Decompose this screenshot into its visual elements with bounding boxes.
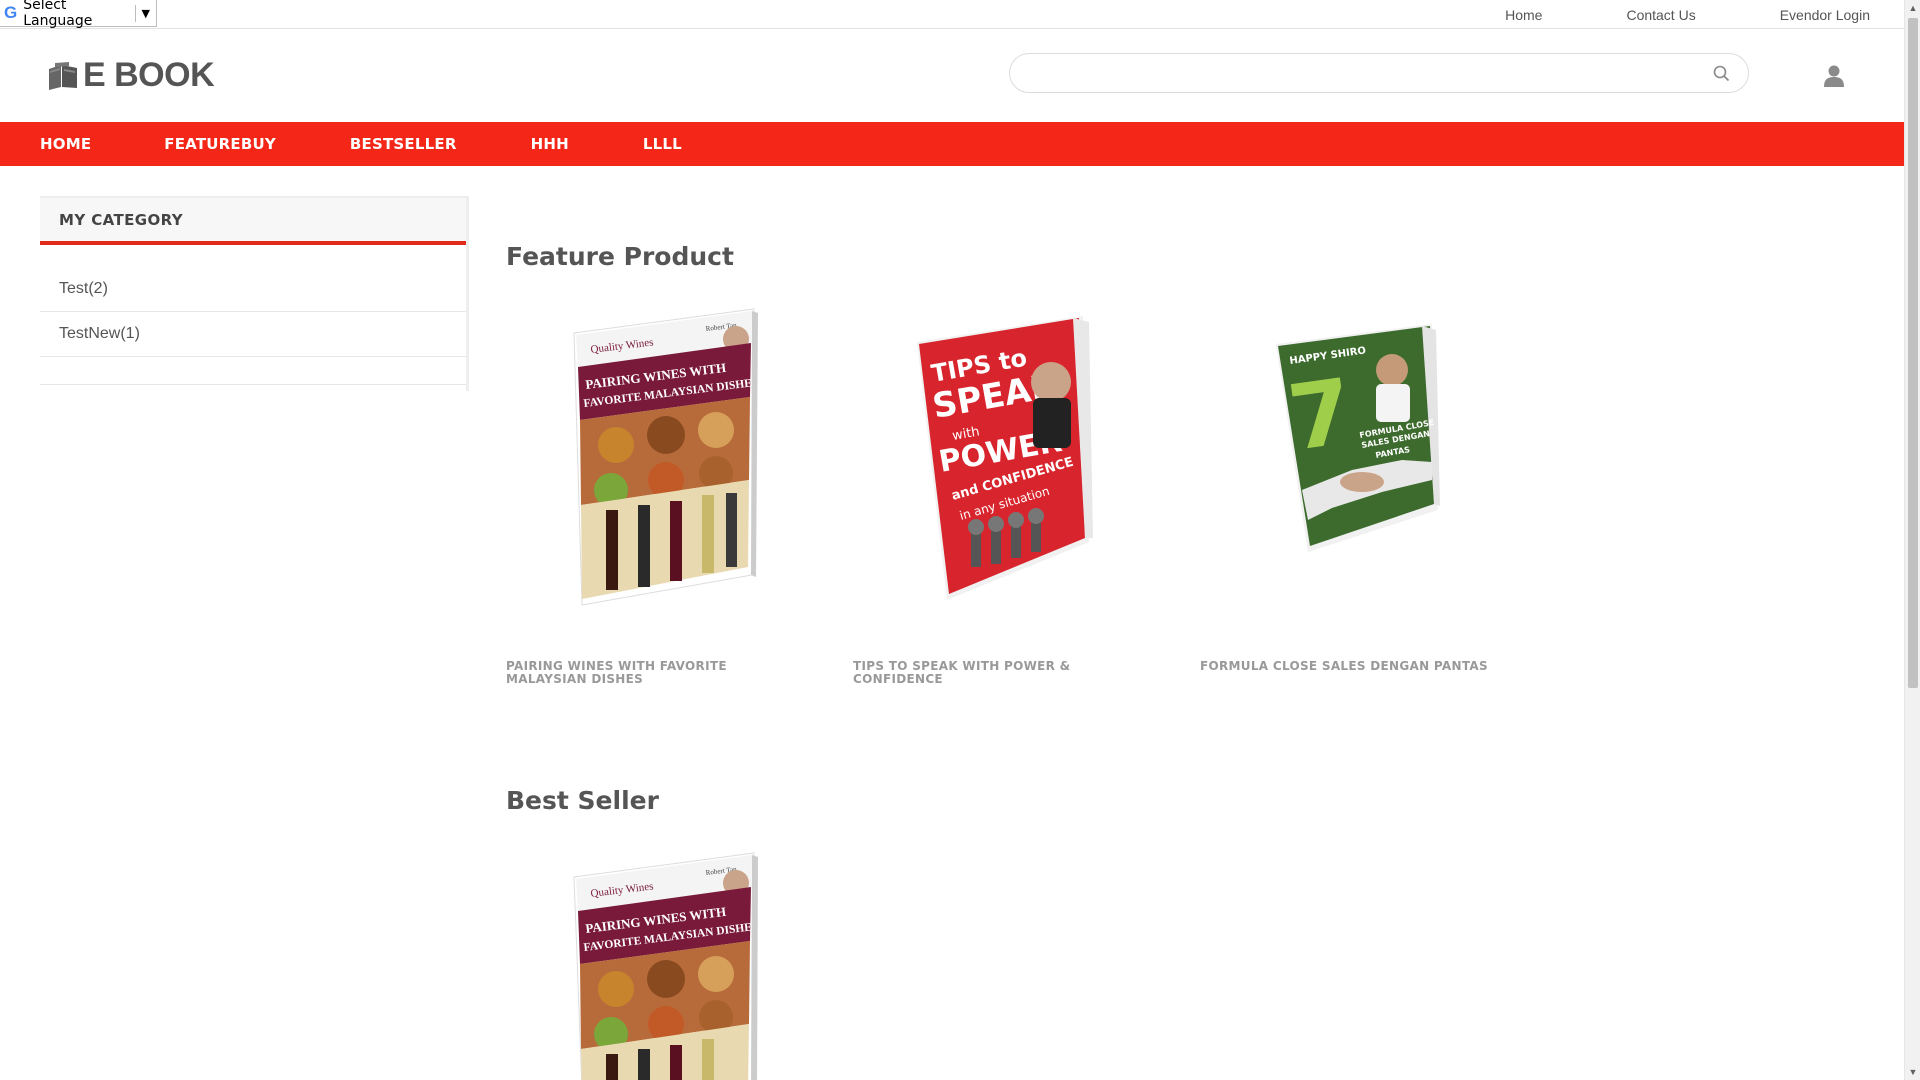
nav-item-home[interactable]: HOME (40, 135, 91, 153)
category-item-testnew[interactable]: TestNew(1) (40, 312, 466, 357)
main-nav: HOME FEATUREBUY BESTSELLER HHH LLLL (0, 122, 1904, 166)
dropdown-arrow-icon: ▼ (141, 6, 150, 20)
nav-item-featurebuy[interactable]: FEATUREBUY (164, 135, 276, 153)
book-cover-image[interactable]: HAPPY SHIRO 7 FORMULA CLOSE SALES DENGAN… (1272, 320, 1452, 560)
book-cover-image[interactable]: TIPS to SPEAK with POWER and CONFIDENCE … (913, 312, 1113, 602)
nav-item-bestseller[interactable]: BESTSELLER (350, 135, 457, 153)
site-logo[interactable]: E BOOK (47, 56, 215, 95)
search-input[interactable] (1030, 54, 1710, 92)
sidebar-title: MY CATEGORY (40, 198, 466, 245)
site-header: E BOOK (0, 29, 1904, 122)
top-link-evendor-login[interactable]: Evendor Login (1780, 7, 1870, 23)
google-icon: G (4, 3, 18, 22)
top-link-contact-us[interactable]: Contact Us (1626, 7, 1695, 23)
user-icon[interactable] (1823, 64, 1845, 88)
top-links: Home Contact Us Evendor Login (1505, 0, 1870, 29)
category-item-test[interactable]: Test(2) (40, 245, 466, 312)
language-selector[interactable]: G Select Language ▼ (0, 0, 157, 29)
search-bar (1009, 53, 1749, 93)
product-name[interactable]: PAIRING WINES WITH FAVORITE MALAYSIAN DI… (506, 660, 796, 686)
scrollbar-thumb[interactable] (1908, 18, 1918, 688)
top-link-home[interactable]: Home (1505, 7, 1542, 23)
divider (40, 357, 466, 385)
book-logo-icon (49, 61, 77, 90)
logo-text: E BOOK (83, 56, 215, 94)
product-name[interactable]: FORMULA CLOSE SALES DENGAN PANTAS (1200, 660, 1490, 673)
scroll-down-arrow-icon[interactable]: ▼ (1905, 1064, 1920, 1080)
category-list: Test(2) TestNew(1) (40, 245, 466, 357)
divider (134, 4, 136, 22)
top-bar: G Select Language ▼ Home Contact Us Even… (0, 0, 1904, 29)
language-label: Select Language (23, 0, 93, 29)
page-scrollbar[interactable]: ▲ ▼ (1904, 0, 1920, 1080)
scroll-up-arrow-icon[interactable]: ▲ (1905, 0, 1920, 16)
book-cover-image[interactable]: Quality Wines Robert Tan PAIRING WINES W… (566, 305, 766, 610)
nav-item-hhh[interactable]: HHH (531, 135, 569, 153)
feature-product-title: Feature Product (506, 242, 734, 271)
category-sidebar: MY CATEGORY Test(2) TestNew(1) (40, 196, 469, 391)
best-seller-title: Best Seller (506, 786, 659, 815)
nav-item-llll[interactable]: LLLL (643, 135, 682, 153)
search-icon[interactable] (1713, 65, 1730, 82)
book-cover-image[interactable]: Quality Wines Robert Tan PAIRING WINES W… (566, 849, 766, 1080)
product-name[interactable]: TIPS TO SPEAK WITH POWER & CONFIDENCE (853, 660, 1143, 686)
